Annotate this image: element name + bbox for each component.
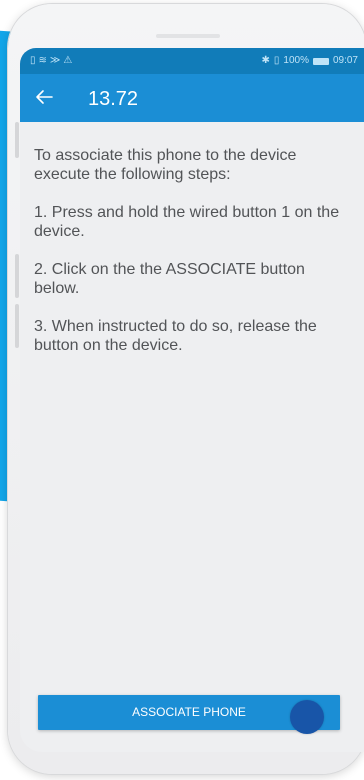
cast-icon: ≫ [49,55,61,66]
earpiece-speaker [156,34,220,38]
bluetooth-icon: ✱ [261,55,270,66]
instructions-intro: To associate this phone to the device ex… [34,147,297,183]
side-button-lower [15,304,19,348]
sim-icon: ▯ [30,55,36,66]
app-bar: 13.72 [20,74,364,122]
warning-icon: ⚠ [63,55,73,66]
status-bar: ▯ ≋ ≫ ⚠ ✱ ▯ 100% 09:07 [20,48,364,74]
clock: 09:07 [332,55,358,66]
status-icons-right: ✱ ▯ 100% 09:07 [261,55,358,67]
page-title: 13.72 [88,88,139,110]
touch-indicator [290,700,324,734]
vibrate-icon: ▯ [273,55,280,66]
instruction-step-1: 1. Press and hold the wired button 1 on … [34,204,340,240]
arrow-left-icon[interactable] [32,85,56,109]
wifi-icon: ≋ [38,55,47,66]
instruction-step-3: 3. When instructed to do so, release the… [34,318,317,354]
battery-percent: 100% [283,55,309,66]
stage: ▯ ≋ ≫ ⚠ ✱ ▯ 100% 09:07 13.72 To associat… [0,0,364,780]
instruction-step-2: 2. Click on the the ASSOCIATE button bel… [34,261,305,297]
battery-icon [312,57,329,65]
phone-screen: ▯ ≋ ≫ ⚠ ✱ ▯ 100% 09:07 13.72 To associat… [20,48,364,752]
side-button-upper [15,122,19,158]
side-button-middle [15,254,19,298]
instructions: To associate this phone to the device ex… [34,146,354,374]
status-icons-left: ▯ ≋ ≫ ⚠ [30,55,72,67]
